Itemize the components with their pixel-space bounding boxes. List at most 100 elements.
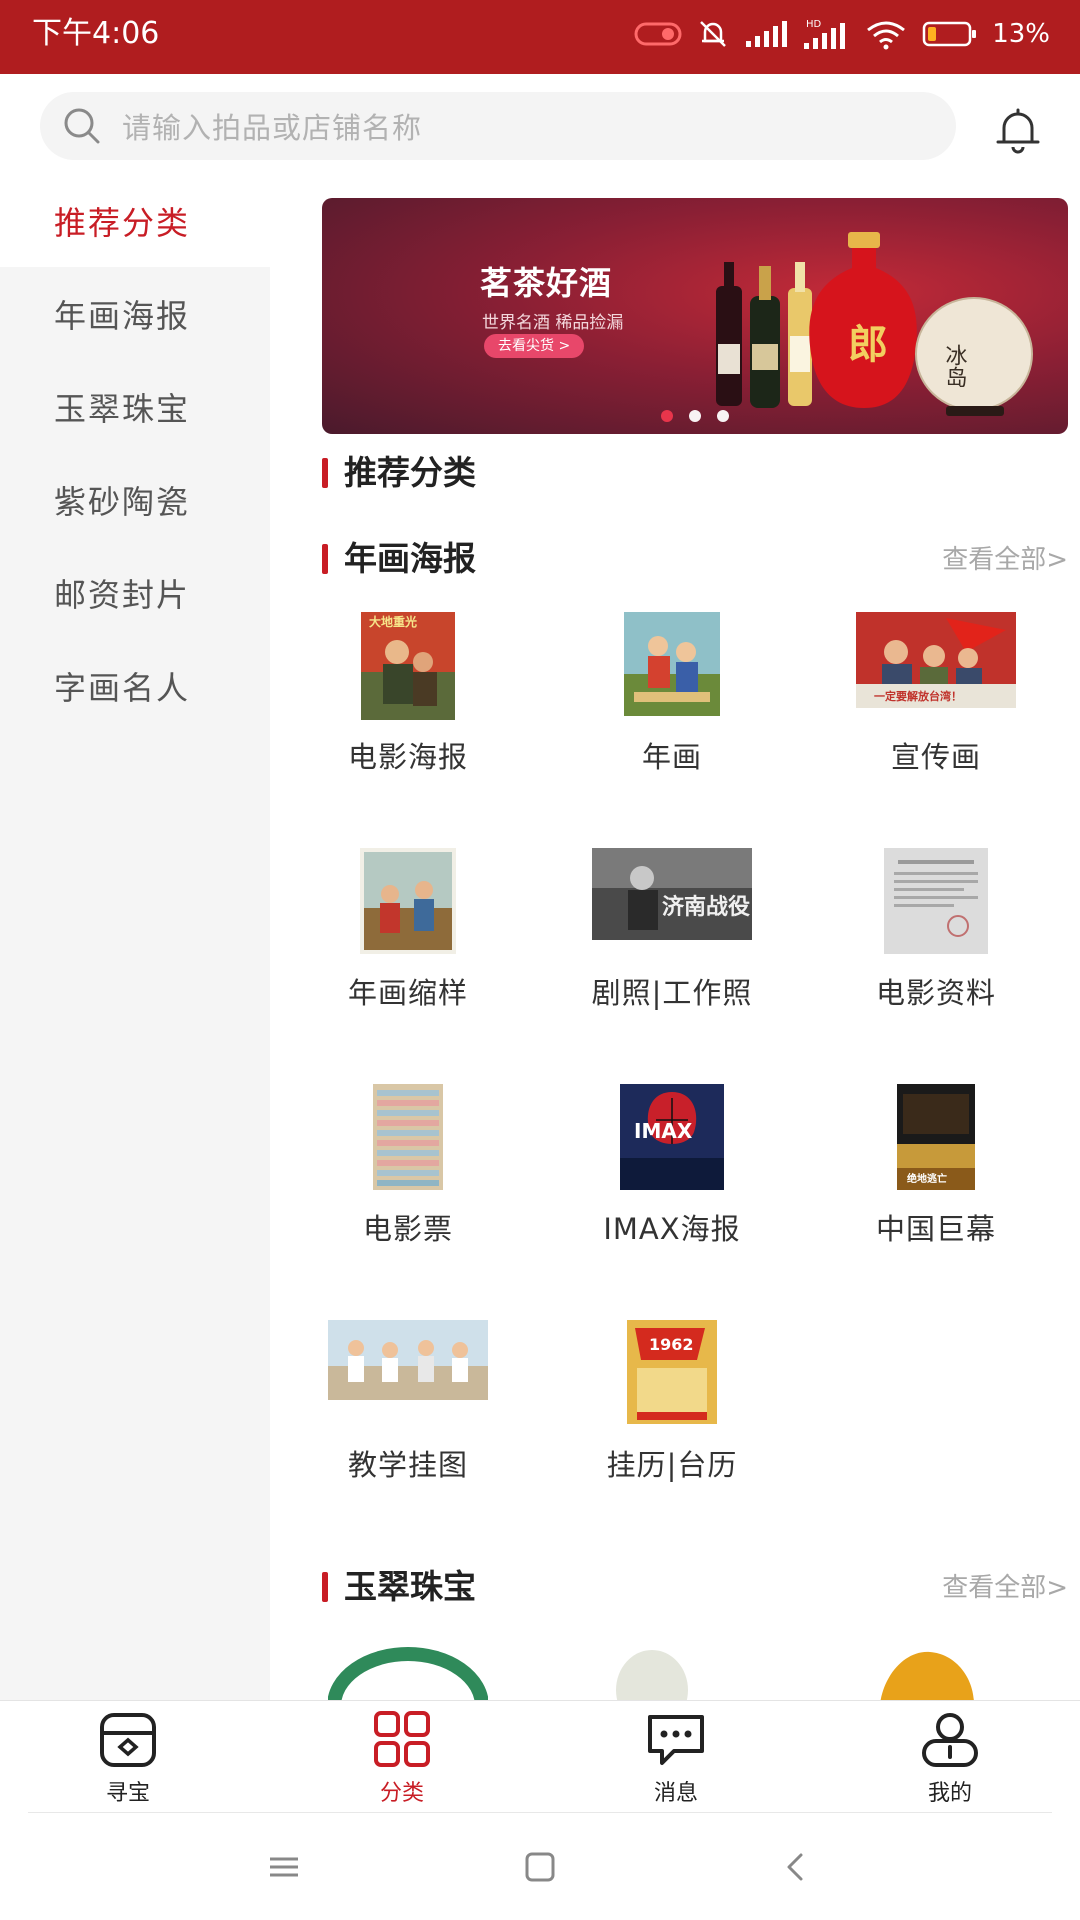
notification-bell-icon[interactable] [990, 102, 1046, 158]
category-label: 中国巨幕 [875, 1212, 996, 1246]
banner-dot[interactable] [689, 410, 701, 422]
sidebar-item-stamps[interactable]: 邮资封片 [0, 546, 270, 639]
svg-text:郎: 郎 [848, 321, 888, 368]
category-label: 宣传画 [890, 740, 981, 774]
section-accent-bar [322, 458, 328, 488]
banner-cta-button[interactable]: 去看尖货 > [484, 334, 585, 358]
svg-text:1962: 1962 [649, 1335, 694, 1354]
category-label: 年画 [641, 740, 702, 774]
promo-banner[interactable]: 茗茶好酒 世界名酒 稀品捡漏 去看尖货 > 郎 冰岛 [322, 198, 1068, 434]
sidebar-item-ceramics[interactable]: 紫砂陶瓷 [0, 453, 270, 546]
svg-text:冰岛: 冰岛 [942, 344, 968, 388]
tab-label: 我的 [927, 1781, 972, 1806]
propaganda-thumbnail: 一定要解放台湾！ [856, 612, 1016, 708]
view-all-posters-link[interactable]: 查看全部> [942, 542, 1068, 578]
category-item-movie-poster[interactable]: 大地重光 电影海报 [276, 612, 540, 822]
banner-pagination [322, 410, 1068, 422]
wifi-icon [867, 21, 906, 50]
tab-label: 寻宝 [105, 1781, 150, 1806]
mute-bell-icon [700, 21, 727, 47]
tab-label: 分类 [379, 1781, 424, 1806]
profile-icon [922, 1713, 978, 1767]
menu-icon[interactable] [264, 1847, 304, 1887]
section-accent-bar [322, 544, 328, 574]
jade-bangle-thumbnail[interactable] [328, 1644, 488, 1700]
category-item-imax-poster[interactable]: IMAX IMAX海报 [540, 1084, 804, 1294]
battery-icon [922, 21, 977, 47]
banner-title: 茗茶好酒 [480, 264, 613, 302]
category-item-film-material[interactable]: 电影资料 [804, 848, 1068, 1058]
film-still-thumbnail: 济南战役 [592, 848, 752, 940]
home-square-icon[interactable] [520, 1847, 560, 1887]
wine-bottles-image: 郎 冰岛 [716, 232, 1033, 416]
sidebar-item-posters[interactable]: 年画海报 [0, 267, 270, 360]
calendar-thumbnail: 1962 [627, 1320, 717, 1424]
category-label: 挂历|台历 [606, 1448, 738, 1482]
status-bar: 下午4:06 HD 13% [0, 0, 1080, 74]
category-label: 电影资料 [875, 976, 996, 1010]
category-label: 年画缩样 [347, 976, 468, 1010]
hd-signal-icon: HD [804, 19, 846, 49]
category-item-nianhua[interactable]: 年画 [540, 612, 804, 822]
tab-profile[interactable]: 我的 [890, 1711, 1010, 1807]
category-item-stills[interactable]: 济南战役 剧照|工作照 [540, 848, 804, 1058]
banner-dot[interactable] [661, 410, 673, 422]
banner-subtitle: 世界名酒 稀品捡漏 [482, 313, 624, 333]
category-content: 茗茶好酒 世界名酒 稀品捡漏 去看尖货 > 郎 冰岛 推荐分类 年画海报 查看全… [270, 174, 1080, 1700]
category-item-movie-ticket[interactable]: 电影票 [276, 1084, 540, 1294]
search-input[interactable]: 请输入拍品或店铺名称 [40, 92, 956, 160]
status-time: 下午4:06 [32, 16, 160, 51]
sidebar-item-calligraphy[interactable]: 字画名人 [0, 639, 270, 732]
category-item-china-giant-screen[interactable]: 绝地逃亡 中国巨幕 [804, 1084, 1068, 1294]
section-jewelry: 玉翠珠宝 查看全部> [322, 1564, 1068, 1610]
white-jade-thumbnail[interactable] [614, 1644, 690, 1700]
signal-icon [746, 21, 788, 47]
svg-text:济南战役: 济南战役 [662, 894, 750, 920]
search-header: 请输入拍品或店铺名称 [0, 74, 1080, 174]
category-item-calendar[interactable]: 1962 挂历|台历 [540, 1320, 804, 1530]
category-item-teaching-chart[interactable]: 教学挂图 [276, 1320, 540, 1530]
teaching-chart-thumbnail [328, 1320, 488, 1400]
category-sidebar: 推荐分类 年画海报 玉翠珠宝 紫砂陶瓷 邮资封片 字画名人 [0, 174, 270, 1700]
section-title: 推荐分类 [344, 453, 476, 492]
tab-messages[interactable]: 消息 [616, 1711, 736, 1807]
category-label: 电影海报 [347, 740, 468, 774]
svg-text:绝地逃亡: 绝地逃亡 [907, 1172, 947, 1185]
status-icons: HD 13% [634, 14, 1050, 54]
category-label: IMAX海报 [603, 1212, 741, 1246]
movie-ticket-thumbnail [373, 1084, 443, 1190]
system-navigation-bar [0, 1813, 1080, 1920]
toggle-icon [634, 22, 682, 46]
section-title: 年画海报 [344, 539, 476, 578]
category-label: 剧照|工作照 [591, 976, 753, 1010]
giant-screen-thumbnail: 绝地逃亡 [897, 1084, 975, 1190]
film-document-thumbnail [884, 848, 988, 954]
category-item-propaganda[interactable]: 一定要解放台湾！ 宣传画 [804, 612, 1068, 822]
tab-category[interactable]: 分类 [342, 1711, 462, 1807]
category-label: 教学挂图 [347, 1448, 468, 1482]
tab-label: 消息 [653, 1781, 698, 1806]
movie-poster-thumbnail: 大地重光 [361, 612, 455, 720]
search-placeholder: 请输入拍品或店铺名称 [122, 111, 423, 145]
sidebar-item-recommended[interactable]: 推荐分类 [0, 174, 270, 267]
treasure-icon [100, 1713, 156, 1767]
section-posters: 年画海报 查看全部> [322, 536, 1068, 582]
nianhua-sample-thumbnail [360, 848, 456, 954]
amber-thumbnail[interactable] [870, 1644, 980, 1700]
svg-text:IMAX: IMAX [634, 1119, 693, 1143]
sidebar-item-jewelry[interactable]: 玉翠珠宝 [0, 360, 270, 453]
section-title: 玉翠珠宝 [344, 1567, 476, 1606]
svg-text:一定要解放台湾！: 一定要解放台湾！ [874, 689, 962, 703]
app-screen: 下午4:06 HD 13% 请输入拍品或店铺名称 推荐分类 年画海报 玉翠珠宝 … [0, 0, 1080, 1920]
category-item-nianhua-sample[interactable]: 年画缩样 [276, 848, 540, 1058]
battery-percent: 13% [992, 19, 1050, 49]
banner-dot[interactable] [717, 410, 729, 422]
category-grid-icon [374, 1711, 430, 1767]
nianhua-thumbnail [624, 612, 720, 716]
search-icon [64, 108, 100, 144]
view-all-jewelry-link[interactable]: 查看全部> [942, 1570, 1068, 1606]
section-recommended: 推荐分类 [322, 450, 1068, 496]
back-chevron-icon[interactable] [776, 1847, 816, 1887]
svg-text:大地重光: 大地重光 [369, 614, 417, 629]
tab-treasure[interactable]: 寻宝 [68, 1711, 188, 1807]
